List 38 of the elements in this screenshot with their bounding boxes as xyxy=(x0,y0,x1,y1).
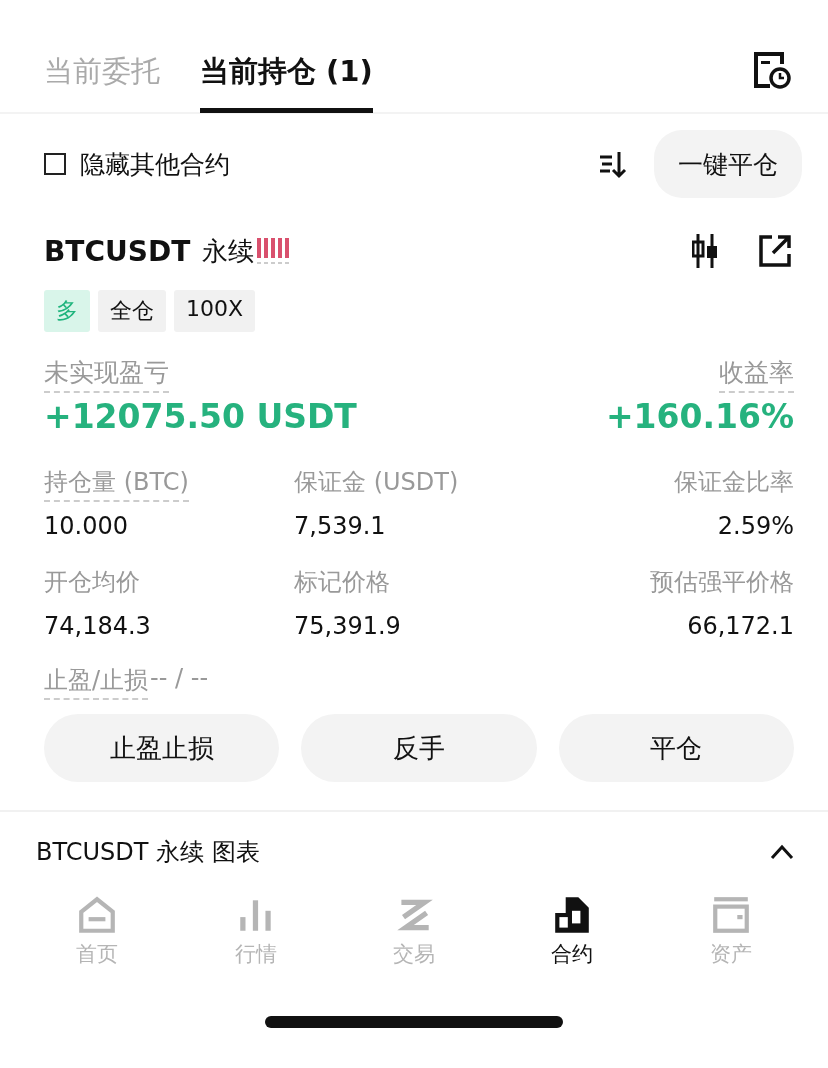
candlestick-icon[interactable] xyxy=(692,232,718,270)
field-value: 2.59% xyxy=(717,512,794,540)
field-label: 开仓均价 xyxy=(44,567,140,598)
field-value: 66,172.1 xyxy=(687,612,794,640)
history-icon[interactable] xyxy=(752,50,792,90)
contract-type: 永续 xyxy=(202,234,255,268)
action-button[interactable]: 反手 xyxy=(301,714,537,782)
tp-sl-value: -- / -- xyxy=(150,664,209,694)
filter-label: 隐藏其他合约 xyxy=(80,148,230,181)
chart-bar-title: BTCUSDT 永续 图表 xyxy=(36,837,260,868)
symbol-name: BTCUSDT xyxy=(44,234,191,268)
roe-value: +160.16% xyxy=(605,397,794,436)
bars-icon xyxy=(256,236,291,266)
share-icon[interactable] xyxy=(758,234,792,268)
field-label: 保证金比率 xyxy=(674,467,794,498)
chevron-icon[interactable] xyxy=(770,844,794,860)
pnl-value: +12075.50 USDT xyxy=(44,397,358,436)
nav-item[interactable]: 合约 xyxy=(512,894,633,968)
tp-sl-label: 止盈/止损 xyxy=(44,664,149,700)
action-button[interactable]: 止盈止损 xyxy=(44,714,280,782)
field-label: 保证金 (USDT) xyxy=(294,467,459,498)
field-value: 7,539.1 xyxy=(294,512,387,540)
checkbox[interactable] xyxy=(44,153,66,175)
field-label: 持仓量 (BTC) xyxy=(44,466,189,502)
field-value: 75,391.9 xyxy=(294,612,402,640)
action-button[interactable]: 平仓 xyxy=(558,714,794,782)
tab[interactable]: 当前持仓 (1) xyxy=(200,52,373,113)
sort-icon[interactable] xyxy=(598,149,628,179)
field-value: 10.000 xyxy=(44,512,129,540)
field-label: 标记价格 xyxy=(294,567,390,598)
close-all-button[interactable]: 一键平仓 xyxy=(654,130,802,198)
field-value: 74,184.3 xyxy=(44,612,152,640)
roe-label: 收益率 xyxy=(719,356,794,393)
position-tag: 100X xyxy=(174,290,256,332)
pnl-label: 未实现盈亏 xyxy=(44,356,169,393)
side-tag: 多 xyxy=(44,290,90,332)
field-label: 预估强平价格 xyxy=(650,567,794,598)
position-tag: 全仓 xyxy=(98,290,166,332)
